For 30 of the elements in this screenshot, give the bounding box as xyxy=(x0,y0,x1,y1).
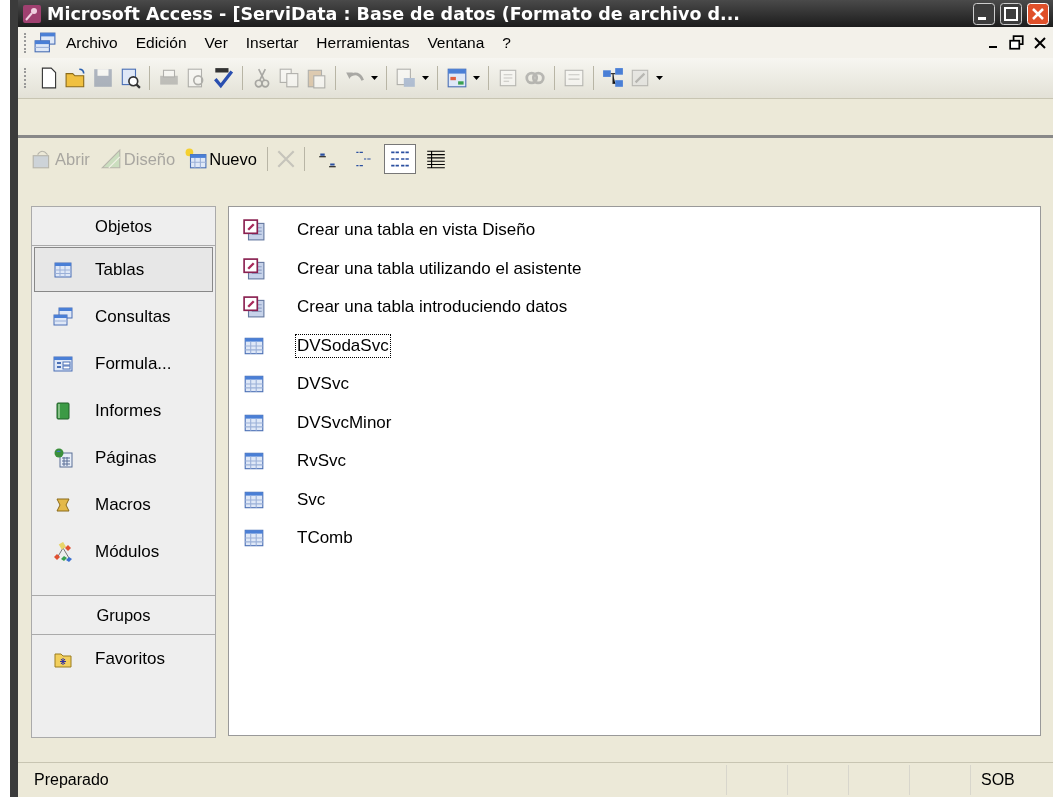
menu-item[interactable]: Ventana xyxy=(418,31,494,54)
menu-item[interactable]: ? xyxy=(493,31,520,54)
objects-bar-item[interactable]: Tablas xyxy=(34,247,213,292)
list-item[interactable]: RvSvc xyxy=(237,442,1040,481)
objects-bar-item[interactable]: Consultas xyxy=(34,294,213,339)
list-item[interactable]: DVSvc xyxy=(237,365,1040,404)
section-header[interactable]: Grupos xyxy=(32,595,215,635)
list-item[interactable]: TComb xyxy=(237,519,1040,558)
status-message: Preparado xyxy=(33,771,110,789)
objects-bar-item[interactable]: Informes xyxy=(34,388,213,433)
objects-bar-item[interactable]: Módulos xyxy=(34,529,213,574)
menu-item[interactable]: Edición xyxy=(126,31,196,54)
list-item[interactable]: Crear una tabla en vista Diseño xyxy=(237,211,1040,250)
menu-item[interactable]: Herramientas xyxy=(307,31,419,54)
toolbar-button[interactable]: Nuevo xyxy=(182,146,260,172)
list-item[interactable]: DVSvcMinor xyxy=(237,403,1040,442)
list-item[interactable]: Crear una tabla utilizando el asistente xyxy=(237,249,1040,288)
objects-bar-item[interactable]: Macros xyxy=(34,482,213,527)
section-header[interactable]: Objetos xyxy=(32,207,215,246)
menu-item[interactable]: Ver xyxy=(195,31,237,54)
list-item[interactable]: DVSodaSvc xyxy=(237,326,1040,365)
list-item[interactable]: Svc xyxy=(237,480,1040,519)
objects-bar-item[interactable]: Favoritos xyxy=(34,636,213,681)
objects-bar-item[interactable]: Formula... xyxy=(34,341,213,386)
menu-item[interactable]: Archivo xyxy=(57,31,127,54)
objects-bar-item[interactable]: Páginas xyxy=(34,435,213,480)
list-item[interactable]: Crear una tabla introduciendo datos xyxy=(237,288,1040,327)
status-indicator: SOB xyxy=(970,765,1053,795)
menu-item[interactable]: Insertar xyxy=(236,31,308,54)
window-title: Microsoft Access - [ServiData : Base de datos (Formato de archivo d... xyxy=(47,3,741,24)
